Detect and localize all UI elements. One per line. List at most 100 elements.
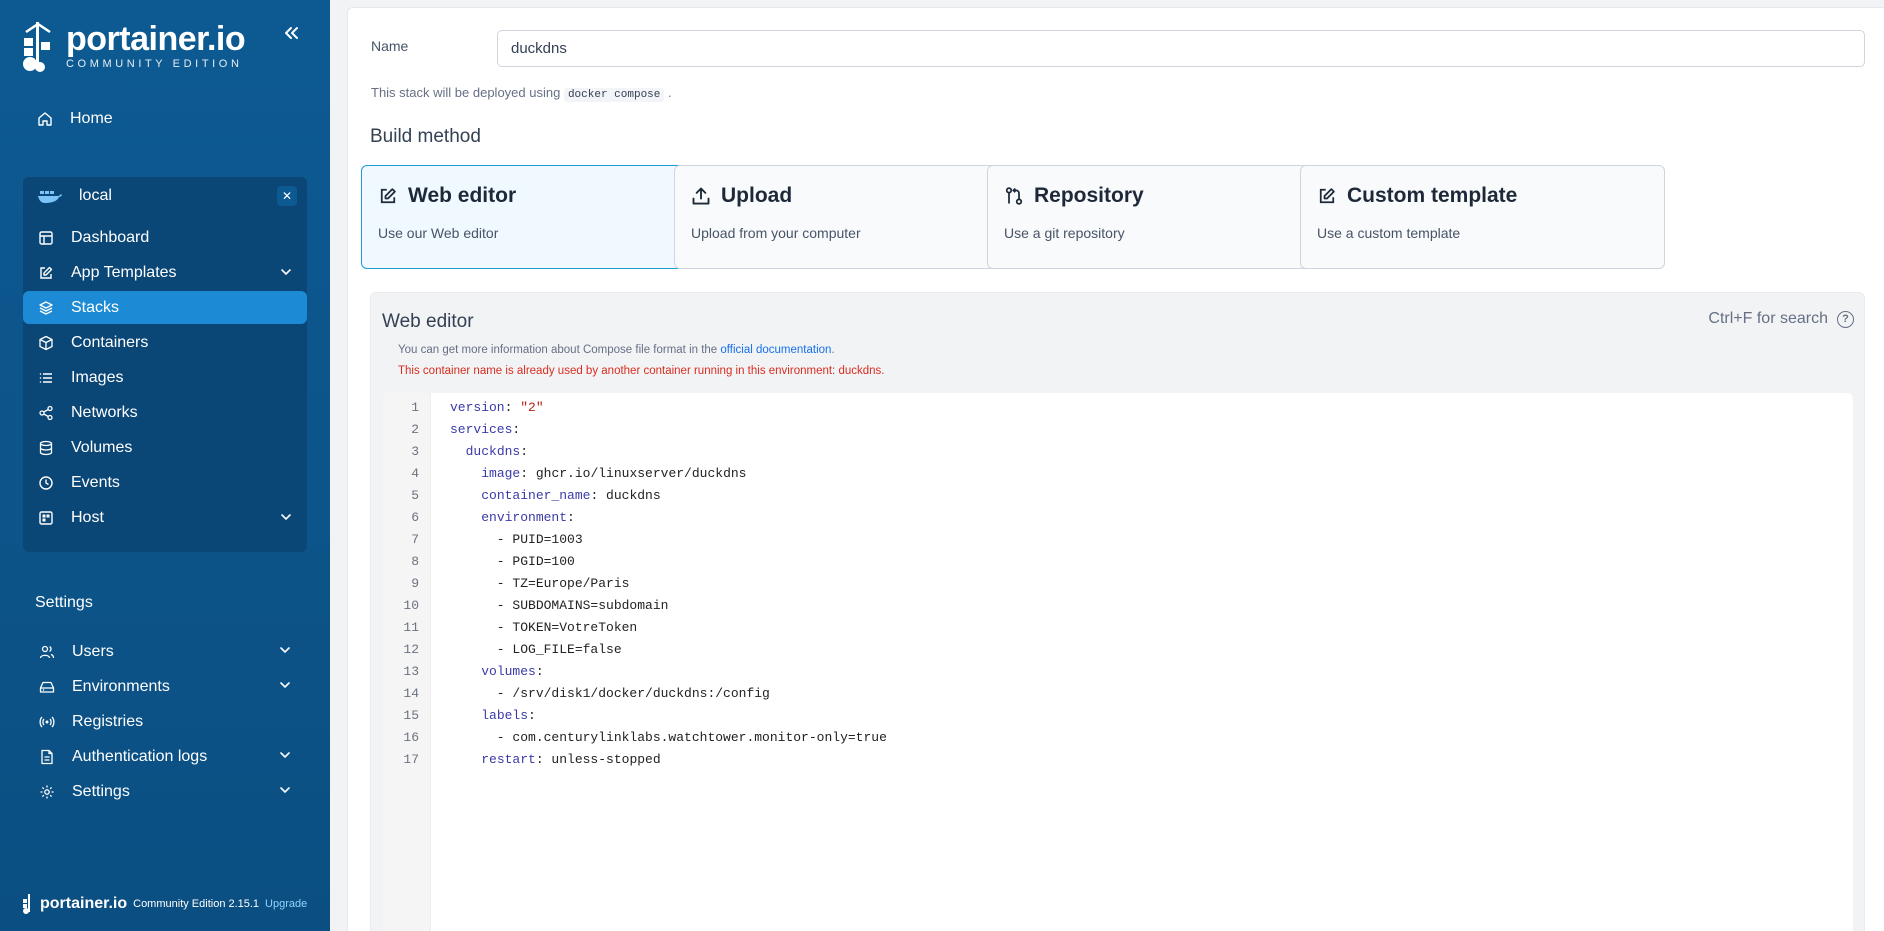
code-line[interactable]: 13 volumes: bbox=[383, 661, 1853, 683]
sidebar-item-environments[interactable]: Environments bbox=[24, 669, 306, 704]
line-number: 17 bbox=[403, 752, 419, 767]
code-editor[interactable]: 1 version: "2" 2 services: 3 duckdns: 4 image… bbox=[383, 393, 1853, 931]
sidebar-item-label: Home bbox=[70, 109, 113, 127]
code-line[interactable]: 15 labels: bbox=[383, 705, 1853, 727]
environment-header[interactable]: local ✕ bbox=[23, 177, 307, 215]
line-number: 12 bbox=[403, 642, 419, 657]
git-icon bbox=[1004, 186, 1024, 206]
sidebar-item-stacks[interactable]: Stacks bbox=[23, 291, 307, 324]
name-label: Name bbox=[371, 38, 409, 54]
compose-info: You can get more information about Compo… bbox=[398, 344, 835, 356]
sidebar-item-networks[interactable]: Networks bbox=[23, 396, 307, 429]
docker-icon bbox=[37, 188, 63, 204]
sidebar-item-app-templates[interactable]: App Templates bbox=[23, 256, 307, 289]
hdd-icon bbox=[38, 678, 56, 696]
footer-version: 2.15.1 bbox=[228, 898, 260, 910]
sidebar-item-registries[interactable]: Registries bbox=[24, 704, 306, 739]
sidebar-item-volumes[interactable]: Volumes bbox=[23, 431, 307, 464]
web-editor-panel: Web editor Ctrl+F for search ? You can g… bbox=[370, 292, 1865, 931]
line-number: 15 bbox=[403, 708, 419, 723]
code-line[interactable]: 10 - SUBDOMAINS=subdomain bbox=[383, 595, 1853, 617]
chevron-down-icon bbox=[280, 787, 290, 794]
line-number: 13 bbox=[403, 664, 419, 679]
search-hint: Ctrl+F for search ? bbox=[1708, 310, 1854, 328]
sidebar-item-events[interactable]: Events bbox=[23, 466, 307, 499]
database-icon bbox=[37, 439, 55, 457]
close-environment-button[interactable]: ✕ bbox=[277, 186, 297, 206]
sidebar-item-label: Users bbox=[72, 642, 114, 660]
official-documentation-link[interactable]: official documentation bbox=[720, 344, 831, 356]
build-method-repository[interactable]: Repository Use a git repository bbox=[987, 165, 1352, 269]
code-text: environment: bbox=[481, 510, 575, 525]
code-line[interactable]: 4 image: ghcr.io/linuxserver/duckdns bbox=[383, 463, 1853, 485]
code-line[interactable]: 5 container_name: duckdns bbox=[383, 485, 1853, 507]
code-text: - TZ=Europe/Paris bbox=[450, 576, 630, 591]
code-line[interactable]: 6 environment: bbox=[383, 507, 1853, 529]
build-method-title: Repository bbox=[1034, 184, 1144, 207]
sidebar-item-images[interactable]: Images bbox=[23, 361, 307, 394]
sidebar-item-label: Volumes bbox=[71, 438, 133, 456]
code-line[interactable]: 1 version: "2" bbox=[383, 397, 1853, 419]
edit-icon bbox=[378, 186, 398, 206]
build-method-desc: Use our Web editor bbox=[378, 225, 499, 241]
line-number: 9 bbox=[411, 576, 419, 591]
box-icon bbox=[37, 334, 55, 352]
sidebar-item-label: Containers bbox=[71, 333, 149, 351]
edit-icon bbox=[37, 264, 55, 282]
upgrade-link[interactable]: Upgrade bbox=[265, 898, 307, 910]
portainer-logo-icon bbox=[23, 894, 30, 914]
sidebar-item-dashboard[interactable]: Dashboard bbox=[23, 221, 307, 254]
environment-panel: local ✕ Dashboard App Templates Stacks Cont… bbox=[23, 177, 307, 552]
code-text: - com.centurylinklabs.watchtower.monitor… bbox=[450, 730, 887, 745]
sidebar-item-label: Host bbox=[71, 508, 104, 526]
list-icon bbox=[37, 369, 55, 387]
stack-name-input[interactable] bbox=[497, 30, 1865, 67]
build-method-custom-template[interactable]: Custom template Use a custom template bbox=[1300, 165, 1665, 269]
chevron-down-icon bbox=[280, 682, 290, 689]
code-text: - TOKEN=VotreToken bbox=[450, 620, 638, 635]
build-method-desc: Upload from your computer bbox=[691, 225, 861, 241]
code-line[interactable]: 16 - com.centurylinklabs.watchtower.moni… bbox=[383, 727, 1853, 749]
code-line[interactable]: 8 - PGID=100 bbox=[383, 551, 1853, 573]
line-number: 2 bbox=[411, 422, 419, 437]
sidebar-item-host[interactable]: Host bbox=[23, 501, 307, 534]
sidebar-item-authentication-logs[interactable]: Authentication logs bbox=[24, 739, 306, 774]
sidebar-item-label: Settings bbox=[72, 782, 130, 800]
compose-info-suffix: . bbox=[831, 344, 835, 356]
brand-logo[interactable]: portainer.io COMMUNITY EDITION bbox=[20, 18, 246, 74]
code-line[interactable]: 7 - PUID=1003 bbox=[383, 529, 1853, 551]
web-editor-title: Web editor bbox=[382, 311, 474, 332]
sidebar-item-label: Events bbox=[71, 473, 120, 491]
code-text: labels: bbox=[481, 708, 536, 723]
build-method-web-editor[interactable]: Web editor Use our Web editor bbox=[361, 165, 726, 269]
code-line[interactable]: 14 - /srv/disk1/docker/duckdns:/config bbox=[383, 683, 1853, 705]
sidebar-item-home[interactable]: Home bbox=[24, 102, 306, 135]
container-name-warning: This container name is already used by a… bbox=[398, 365, 885, 377]
line-number: 8 bbox=[411, 554, 419, 569]
code-text: - SUBDOMAINS=subdomain bbox=[450, 598, 669, 613]
sidebar-item-users[interactable]: Users bbox=[24, 634, 306, 669]
line-number: 3 bbox=[411, 444, 419, 459]
deploy-note-suffix: . bbox=[668, 85, 672, 100]
build-method-upload[interactable]: Upload Upload from your computer bbox=[674, 165, 1039, 269]
sidebar-item-containers[interactable]: Containers bbox=[23, 326, 307, 359]
sidebar-item-label: Images bbox=[71, 368, 124, 386]
code-line[interactable]: 3 duckdns: bbox=[383, 441, 1853, 463]
code-line[interactable]: 12 - LOG_FILE=false bbox=[383, 639, 1853, 661]
line-number: 4 bbox=[411, 466, 419, 481]
gear-icon bbox=[38, 783, 56, 801]
code-line[interactable]: 2 services: bbox=[383, 419, 1853, 441]
code-line[interactable]: 11 - TOKEN=VotreToken bbox=[383, 617, 1853, 639]
build-method-title: Upload bbox=[721, 184, 793, 207]
close-icon: ✕ bbox=[281, 189, 293, 203]
line-number: 16 bbox=[403, 730, 419, 745]
collapse-sidebar-button[interactable] bbox=[278, 20, 304, 46]
environment-name: local bbox=[79, 187, 112, 204]
help-icon[interactable]: ? bbox=[1837, 310, 1854, 328]
code-line[interactable]: 9 - TZ=Europe/Paris bbox=[383, 573, 1853, 595]
environment-nav: Dashboard App Templates Stacks Containers Im… bbox=[23, 215, 307, 534]
code-line[interactable]: 17 restart: unless-stopped bbox=[383, 749, 1853, 771]
build-method-title: Custom template bbox=[1347, 184, 1518, 207]
line-number: 11 bbox=[403, 620, 419, 635]
sidebar-item-settings[interactable]: Settings bbox=[24, 774, 306, 809]
